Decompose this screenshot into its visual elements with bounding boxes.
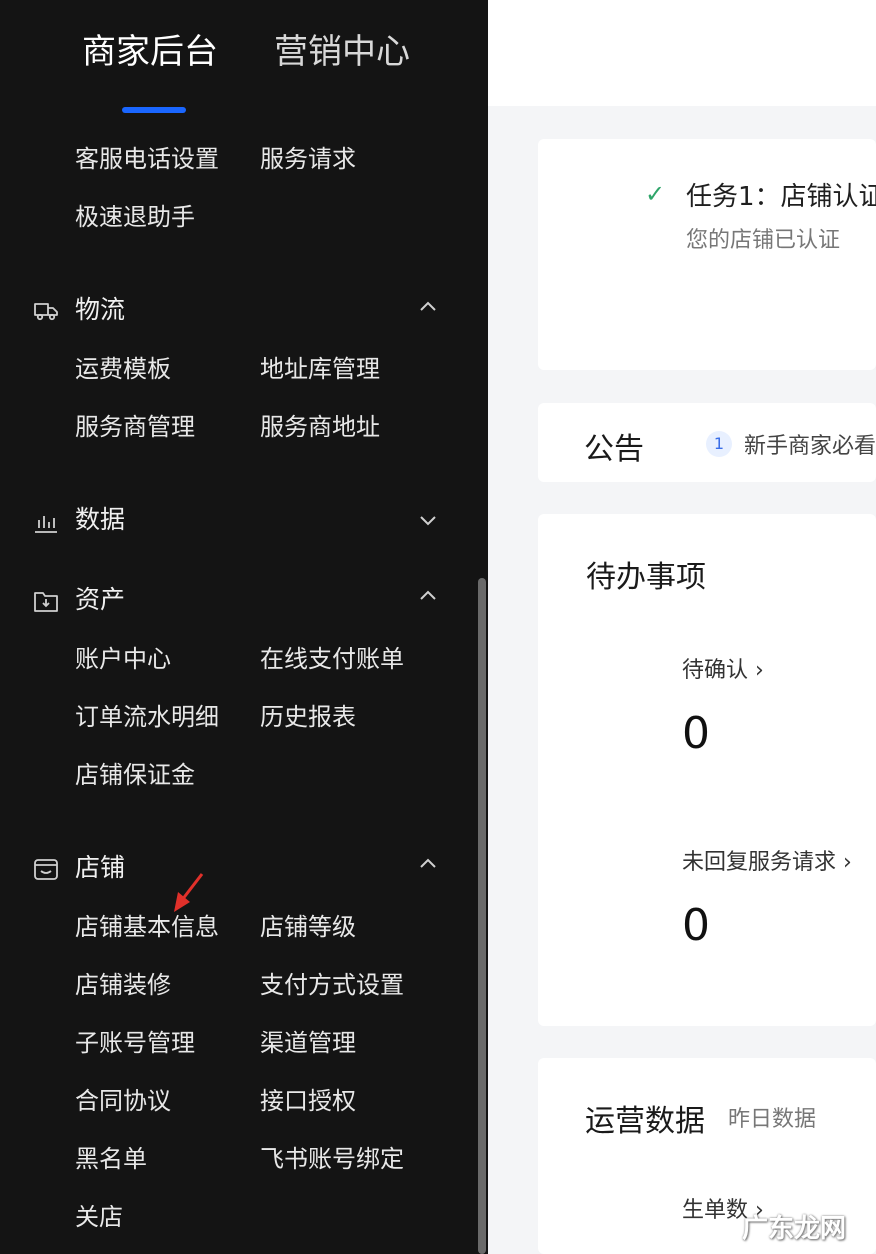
menu-item-history-report[interactable]: 历史报表 [260,701,356,733]
sidebar: 商家后台 营销中心 客服电话设置 服务请求 极速退助手 物流 运费模板 地址库管… [0,0,488,1254]
section-title-data[interactable]: 数据 [75,503,125,537]
tab-marketing-center[interactable]: 营销中心 [274,30,410,74]
bar-chart-icon [35,516,57,533]
ops-subtitle: 昨日数据 [728,1107,817,1132]
menu-item-online-payment-bill[interactable]: 在线支付账单 [260,643,404,675]
chevron-down-icon[interactable] [417,509,439,531]
wallet-icon [34,592,58,612]
menu-item-customer-phone[interactable]: 客服电话设置 [75,143,219,175]
menu-item-service-request[interactable]: 服务请求 [260,143,356,175]
task-card [538,139,876,370]
menu-item-account-center[interactable]: 账户中心 [75,643,171,675]
ops-title: 运营数据 [585,1104,705,1139]
task-subtitle: 您的店铺已认证 [686,228,841,253]
section-title-shop[interactable]: 店铺 [75,851,125,885]
section-title-logistics[interactable]: 物流 [75,293,125,327]
tab-merchant-backend[interactable]: 商家后台 [82,30,218,74]
todo-unreplied-request-value: 0 [682,900,710,951]
menu-item-blacklist[interactable]: 黑名单 [75,1143,147,1175]
menu-item-contract[interactable]: 合同协议 [75,1085,171,1117]
shop-icon [34,859,58,880]
menu-item-feishu-binding[interactable]: 飞书账号绑定 [260,1143,404,1175]
notice-text[interactable]: 新手商家必看 [744,428,876,460]
todo-title: 待办事项 [586,560,706,595]
check-icon: ✓ [645,180,666,208]
active-tab-indicator [122,107,186,113]
top-tabs: 商家后台 营销中心 [0,0,488,120]
menu-item-fast-refund[interactable]: 极速退助手 [75,201,195,233]
truck-icon [34,303,58,321]
menu-item-address-library[interactable]: 地址库管理 [260,353,380,385]
notice-label: 公告 [584,432,644,467]
todo-pending-confirm-value: 0 [682,708,710,759]
todo-unreplied-request-link[interactable]: 未回复服务请求 › [682,844,852,876]
menu-item-order-flow[interactable]: 订单流水明细 [75,701,219,733]
section-title-assets[interactable]: 资产 [75,583,125,617]
header-bar [488,0,876,106]
menu-item-provider-management[interactable]: 服务商管理 [75,411,195,443]
chevron-up-icon[interactable] [417,296,439,318]
menu-item-shop-decoration[interactable]: 店铺装修 [75,969,171,1001]
menu-item-channel-management[interactable]: 渠道管理 [260,1027,356,1059]
chevron-up-icon[interactable] [417,585,439,607]
menu-item-provider-address[interactable]: 服务商地址 [260,411,380,443]
task-title[interactable]: 任务1：店铺认证 [686,176,876,213]
menu-item-shop-deposit[interactable]: 店铺保证金 [75,759,195,791]
scrollbar-thumb[interactable] [478,578,486,1254]
menu-item-payment-settings[interactable]: 支付方式设置 [260,969,404,1001]
menu-item-api-authorization[interactable]: 接口授权 [260,1085,356,1117]
menu-item-close-shop[interactable]: 关店 [75,1201,123,1233]
chevron-up-icon[interactable] [417,853,439,875]
menu-item-sub-account[interactable]: 子账号管理 [75,1027,195,1059]
menu-item-shop-level[interactable]: 店铺等级 [260,911,356,943]
annotation-arrow-icon [174,873,204,912]
watermark-text: 广东龙网 [742,1214,847,1244]
menu-item-freight-template[interactable]: 运费模板 [75,353,171,385]
notice-index-badge: 1 [706,431,732,457]
todo-pending-confirm-link[interactable]: 待确认 › [682,652,764,684]
